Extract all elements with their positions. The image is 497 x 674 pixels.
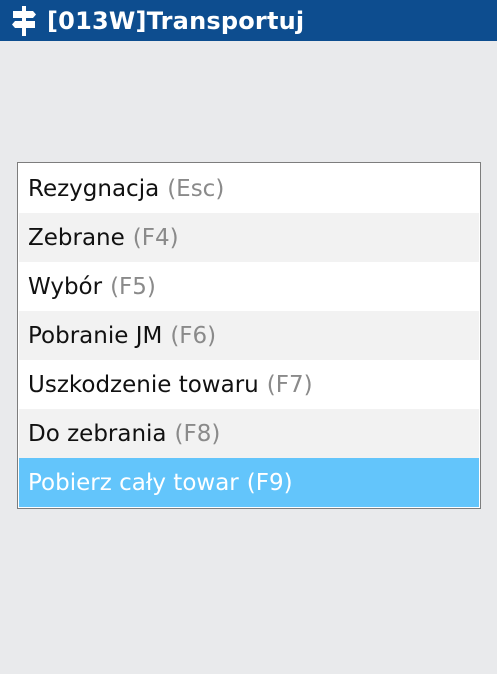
shortcut-key: (F5) xyxy=(110,273,156,300)
menu-item-label: Do zebrania xyxy=(28,420,167,447)
shortcut-key: (F9) xyxy=(246,469,293,496)
menu-item-pobranie-jm[interactable]: Pobranie JM (F6) xyxy=(19,311,479,360)
menu-item-label: Zebrane xyxy=(28,224,125,251)
shortcut-key: (Esc) xyxy=(167,175,225,202)
window-title: [013W]Transportuj xyxy=(47,6,305,35)
menu-item-label: Wybór xyxy=(28,273,103,300)
shortcut-key: (F8) xyxy=(174,420,221,447)
signpost-icon xyxy=(11,5,37,36)
menu-item-label: Pobierz cały towar xyxy=(28,469,239,496)
shortcut-key: (F7) xyxy=(266,371,313,398)
shortcut-key: (F4) xyxy=(132,224,179,251)
title-bar: [013W]Transportuj xyxy=(0,0,497,41)
action-menu: Rezygnacja (Esc) Zebrane (F4) Wybór (F5)… xyxy=(17,162,481,509)
shortcut-key: (F6) xyxy=(170,322,217,349)
menu-item-do-zebrania[interactable]: Do zebrania (F8) xyxy=(19,409,479,458)
menu-item-label: Pobranie JM xyxy=(28,322,163,349)
menu-item-pobierz-caly-towar[interactable]: Pobierz cały towar (F9) xyxy=(19,458,479,507)
menu-item-label: Uszkodzenie towaru xyxy=(28,371,259,398)
menu-item-rezygnacja[interactable]: Rezygnacja (Esc) xyxy=(19,164,479,213)
menu-item-label: Rezygnacja xyxy=(28,175,160,202)
menu-item-uszkodzenie-towaru[interactable]: Uszkodzenie towaru (F7) xyxy=(19,360,479,409)
menu-item-zebrane[interactable]: Zebrane (F4) xyxy=(19,213,479,262)
menu-item-wybor[interactable]: Wybór (F5) xyxy=(19,262,479,311)
